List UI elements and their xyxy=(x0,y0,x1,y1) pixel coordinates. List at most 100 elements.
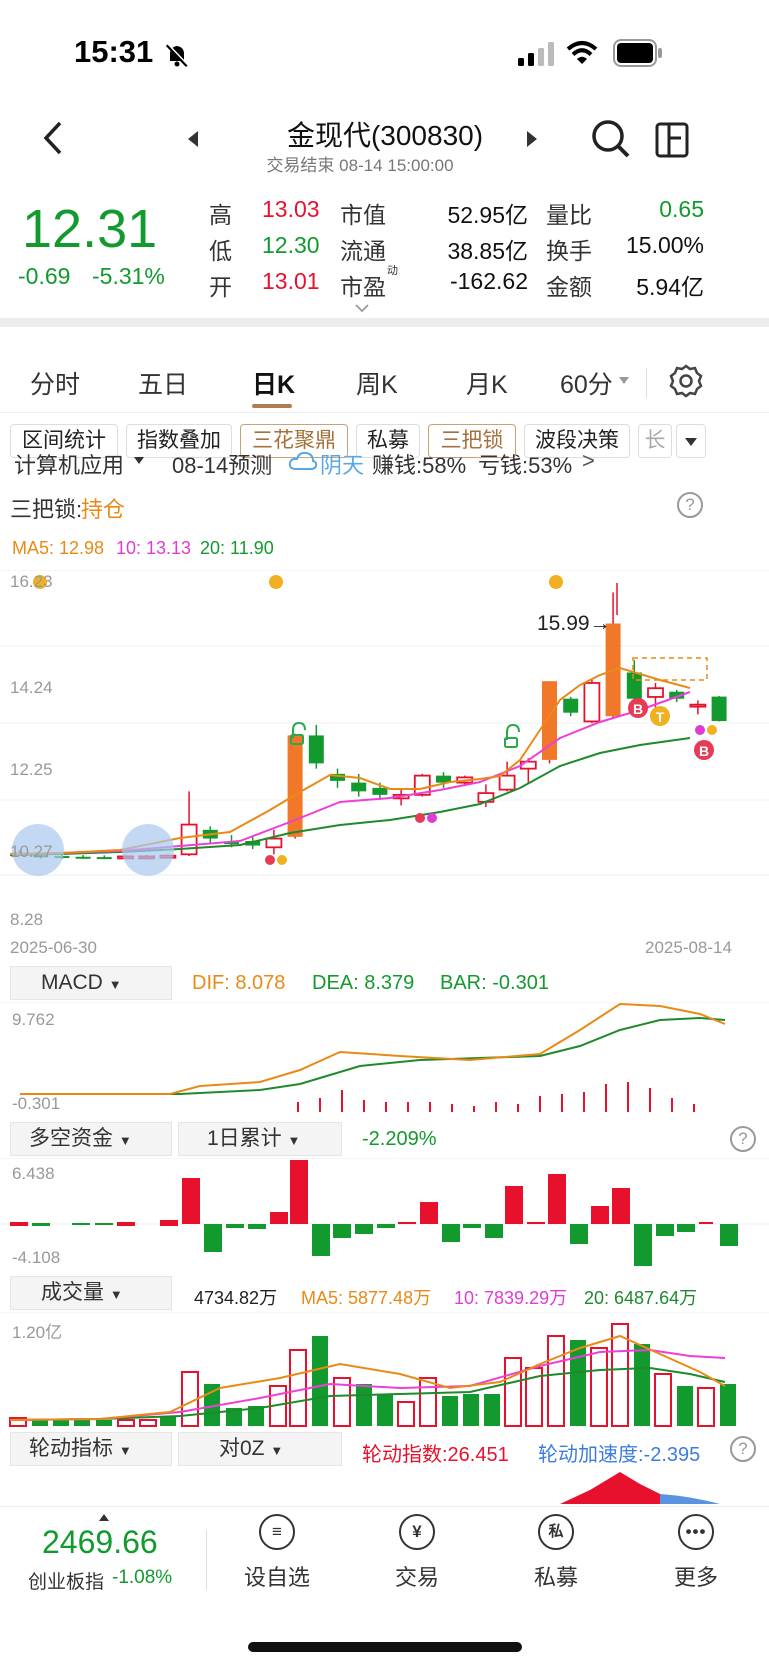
candle-body xyxy=(372,787,388,795)
nav-more[interactable]: 更多 xyxy=(641,1560,751,1592)
pe-sup: 动 xyxy=(387,265,398,277)
wifi-icon xyxy=(566,41,598,64)
bell-off-icon xyxy=(165,43,189,68)
help-icon[interactable]: ? xyxy=(677,492,703,518)
tab-fenshi[interactable]: 分时 xyxy=(30,365,80,401)
duokong-selector[interactable]: 多空资金 ▼ xyxy=(10,1122,172,1156)
tab-yuek[interactable]: 月K xyxy=(466,365,508,401)
lundong-vs-selector[interactable]: 对0Z ▼ xyxy=(178,1432,342,1466)
lundong-selector[interactable]: 轮动指标 ▼ xyxy=(10,1432,172,1466)
battery-icon xyxy=(613,39,662,67)
dropdown-icon: ▼ xyxy=(118,1443,132,1458)
candle-body xyxy=(265,837,283,849)
candle-body xyxy=(563,698,579,713)
more-icon[interactable]: ••• xyxy=(678,1514,714,1550)
open-value: 13.01 xyxy=(262,268,320,294)
macd-chart[interactable] xyxy=(0,1002,769,1114)
nav-simu[interactable]: 私募 xyxy=(501,1560,611,1592)
dropdown-icon[interactable] xyxy=(134,457,144,465)
macd-dif: DIF: 8.078 xyxy=(192,972,286,994)
ma20-legend: 20: 11.90 xyxy=(200,538,274,558)
candle-body xyxy=(351,782,367,792)
forecast-arrow[interactable]: > xyxy=(582,448,595,474)
low-label: 低 xyxy=(209,238,232,264)
ma10-legend: 10: 13.13 xyxy=(116,538,192,558)
candle-body xyxy=(626,672,642,699)
duokong-chart[interactable] xyxy=(0,1158,769,1272)
vol-ratio-value: 0.65 xyxy=(659,196,704,222)
low-value: 12.30 xyxy=(262,232,320,258)
status-time: 15:31 xyxy=(74,34,154,69)
pe-value: -162.62 xyxy=(449,268,528,294)
help-icon[interactable]: ? xyxy=(730,1436,756,1462)
macd-selector[interactable]: MACD ▼ xyxy=(10,966,172,1000)
tab-active-indicator xyxy=(252,404,292,408)
search-icon[interactable] xyxy=(590,118,632,160)
dropdown-icon: ▼ xyxy=(108,977,122,992)
index-name[interactable]: 创业板指 xyxy=(28,1567,104,1594)
vol-ratio-label: 量比 xyxy=(546,202,592,228)
expand-chevron-icon[interactable] xyxy=(355,303,369,313)
start-date: 2025-06-30 xyxy=(10,938,97,957)
trade-status: 交易结束 08-14 15:00:00 xyxy=(266,156,454,175)
duokong-y-top: 6.438 xyxy=(12,1164,55,1183)
svg-text:B: B xyxy=(699,743,709,759)
volume-selector[interactable]: 成交量 ▼ xyxy=(10,1276,172,1310)
duokong-bars xyxy=(10,1160,738,1266)
index-change[interactable]: -1.08% xyxy=(112,1567,172,1589)
home-indicator xyxy=(248,1642,522,1652)
kline-chart[interactable]: B T B xyxy=(0,570,769,876)
industry-name[interactable]: 计算机应用 xyxy=(14,448,124,480)
next-stock-icon[interactable] xyxy=(525,130,539,148)
list-icon[interactable]: ≡ xyxy=(259,1514,295,1550)
duokong-y-bottom: -4.108 xyxy=(12,1248,61,1267)
macd-label: MACD xyxy=(41,971,103,994)
caret-up-icon xyxy=(99,1514,109,1521)
weather-label: 阴天 xyxy=(320,453,365,478)
candle-body xyxy=(498,774,516,791)
volume-ma5: MA5: 5877.48万 xyxy=(301,1288,432,1308)
event-bubble-icon[interactable] xyxy=(122,824,174,876)
y-tick-3: 12.25 xyxy=(10,760,53,779)
duokong-value: -2.209% xyxy=(362,1128,437,1150)
nav-watchlist[interactable]: 设自选 xyxy=(222,1560,332,1592)
private-icon[interactable]: 私 xyxy=(538,1514,574,1550)
current-price: 12.31 xyxy=(22,199,158,259)
volume-chart[interactable] xyxy=(0,1312,769,1428)
price-change-pct: -5.31% xyxy=(92,263,165,289)
amount-value: 5.94亿 xyxy=(636,274,704,300)
signal-icon xyxy=(518,42,554,66)
macd-y-top: 9.762 xyxy=(12,1010,55,1029)
duokong-period-selector[interactable]: 1日累计 ▼ xyxy=(178,1122,342,1156)
volume-ma10: 10: 7839.29万 xyxy=(454,1288,568,1308)
prev-stock-icon[interactable] xyxy=(186,130,200,148)
volume-value: 4734.82万 xyxy=(194,1288,278,1308)
tag-more-dropdown[interactable] xyxy=(676,424,706,458)
volume-label: 成交量 xyxy=(41,1281,104,1304)
duokong-period: 1日累计 xyxy=(207,1127,282,1150)
nav-trade[interactable]: 交易 xyxy=(362,1560,472,1592)
lock-marker-icon xyxy=(415,813,425,823)
dropdown-icon[interactable] xyxy=(619,377,629,385)
tab-rik[interactable]: 日K xyxy=(252,365,295,401)
dropdown-icon: ▼ xyxy=(270,1443,284,1458)
lundong-chart xyxy=(560,1472,720,1504)
share-icon[interactable] xyxy=(655,118,691,158)
back-icon[interactable] xyxy=(38,120,68,156)
high-marker-label: 15.99→ xyxy=(537,612,611,635)
tab-wuri[interactable]: 五日 xyxy=(138,365,188,401)
y-tick-1: 16.23 xyxy=(10,572,53,591)
settings-gear-icon[interactable] xyxy=(668,363,704,399)
lundong-speed: 轮动加速度:-2.395 xyxy=(538,1444,701,1466)
tag-chang[interactable]: 长 xyxy=(638,424,672,458)
mktcap-value: 52.95亿 xyxy=(447,202,528,228)
tab-bottom-border xyxy=(0,412,769,413)
volume-y-top: 1.20亿 xyxy=(12,1323,63,1342)
macd-bar: BAR: -0.301 xyxy=(440,972,549,994)
tab-60min[interactable]: 60分 xyxy=(560,365,613,401)
index-value[interactable]: 2469.66 xyxy=(42,1524,158,1561)
yen-icon[interactable]: ¥ xyxy=(399,1514,435,1550)
ma5-legend: MA5: 12.98 xyxy=(12,538,105,558)
tab-zhouk[interactable]: 周K xyxy=(356,365,398,401)
help-icon[interactable]: ? xyxy=(730,1126,756,1152)
